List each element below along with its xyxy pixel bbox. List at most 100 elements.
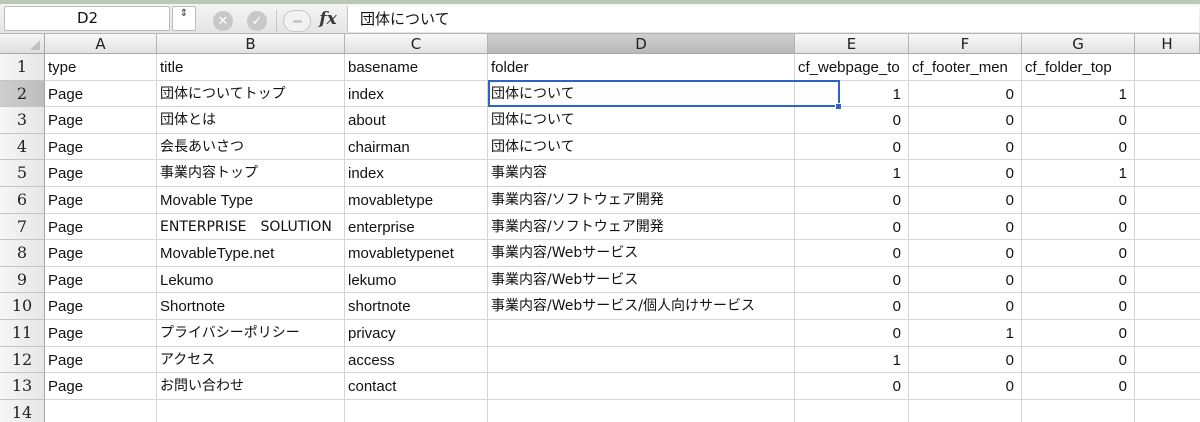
row-header-13[interactable]: 13 (0, 373, 45, 400)
cell-f8[interactable]: 0 (909, 240, 1022, 266)
cell-f13[interactable]: 0 (909, 373, 1022, 399)
formula-builder-toggle[interactable] (283, 10, 311, 32)
cell-c10[interactable]: shortnote (345, 293, 488, 319)
cell-d2[interactable]: 団体について (488, 81, 795, 107)
cell-f9[interactable]: 0 (909, 267, 1022, 293)
cell-d7[interactable]: 事業内容/ソフトウェア開発 (488, 214, 795, 240)
cell-c2[interactable]: index (345, 81, 488, 107)
cell-f5[interactable]: 0 (909, 160, 1022, 186)
row-header-7[interactable]: 7 (0, 213, 45, 241)
cell-b1[interactable]: title (157, 54, 345, 80)
cell-a6[interactable]: Page (45, 187, 157, 213)
row-header-10[interactable]: 10 (0, 293, 45, 320)
cell-grid[interactable]: type title basename folder cf_webpage_to cf_f… (45, 54, 1200, 422)
cancel-icon[interactable]: ✕ (213, 11, 233, 31)
name-box[interactable]: D2 (4, 6, 170, 31)
cell-g9[interactable]: 0 (1022, 267, 1135, 293)
row-header-2[interactable]: 2 (0, 80, 45, 108)
cell-c12[interactable]: access (345, 347, 488, 373)
cell-f1[interactable]: cf_footer_men (909, 54, 1022, 80)
cell-c7[interactable]: enterprise (345, 214, 488, 240)
cell-g14[interactable] (1022, 400, 1135, 422)
cell-e1[interactable]: cf_webpage_to (795, 54, 909, 80)
cell-f14[interactable] (909, 400, 1022, 422)
row-header-9[interactable]: 9 (0, 266, 45, 294)
cell-a1[interactable]: type (45, 54, 157, 80)
row-header-14[interactable]: 14 (0, 399, 45, 422)
cell-e6[interactable]: 0 (795, 187, 909, 213)
column-header-d[interactable]: D (488, 34, 795, 54)
cell-e12[interactable]: 1 (795, 347, 909, 373)
cell-e13[interactable]: 0 (795, 373, 909, 399)
cell-e10[interactable]: 0 (795, 293, 909, 319)
cell-a14[interactable] (45, 400, 157, 422)
cell-f6[interactable]: 0 (909, 187, 1022, 213)
cell-e11[interactable]: 0 (795, 320, 909, 346)
cell-a9[interactable]: Page (45, 267, 157, 293)
row-header-11[interactable]: 11 (0, 320, 45, 347)
row-header-8[interactable]: 8 (0, 240, 45, 267)
cell-e2[interactable]: 1 (795, 81, 909, 107)
column-header-a[interactable]: A (45, 34, 157, 54)
cell-d6[interactable]: 事業内容/ソフトウェア開発 (488, 187, 795, 213)
cell-e5[interactable]: 1 (795, 160, 909, 186)
cell-f3[interactable]: 0 (909, 107, 1022, 133)
cell-g10[interactable]: 0 (1022, 293, 1135, 319)
cell-g2[interactable]: 1 (1022, 81, 1135, 107)
cell-e8[interactable]: 0 (795, 240, 909, 266)
cell-b5[interactable]: 事業内容トップ (157, 160, 345, 186)
cell-d11[interactable] (488, 320, 795, 346)
cell-g11[interactable]: 0 (1022, 320, 1135, 346)
cell-c8[interactable]: movabletypenet (345, 240, 488, 266)
cell-d14[interactable] (488, 400, 795, 422)
cell-g12[interactable]: 0 (1022, 347, 1135, 373)
cell-g7[interactable]: 0 (1022, 214, 1135, 240)
cell-e14[interactable] (795, 400, 909, 422)
cell-a2[interactable]: Page (45, 81, 157, 107)
row-header-6[interactable]: 6 (0, 187, 45, 214)
cell-c5[interactable]: index (345, 160, 488, 186)
formula-input[interactable]: 団体について (347, 6, 1199, 32)
row-header-12[interactable]: 12 (0, 346, 45, 374)
cell-g6[interactable]: 0 (1022, 187, 1135, 213)
column-header-c[interactable]: C (345, 34, 488, 54)
column-header-f[interactable]: F (909, 34, 1022, 54)
cell-e7[interactable]: 0 (795, 214, 909, 240)
cell-a8[interactable]: Page (45, 240, 157, 266)
cell-b7[interactable]: ENTERPRISE SOLUTION (157, 214, 345, 240)
cell-a7[interactable]: Page (45, 214, 157, 240)
cell-b11[interactable]: プライバシーポリシー (157, 320, 345, 346)
cell-c9[interactable]: lekumo (345, 267, 488, 293)
cell-g5[interactable]: 1 (1022, 160, 1135, 186)
cell-d4[interactable]: 団体について (488, 134, 795, 160)
cell-f7[interactable]: 0 (909, 214, 1022, 240)
cell-d3[interactable]: 団体について (488, 107, 795, 133)
cell-d8[interactable]: 事業内容/Webサービス (488, 240, 795, 266)
cell-b3[interactable]: 団体とは (157, 107, 345, 133)
cell-g1[interactable]: cf_folder_top (1022, 54, 1135, 80)
cell-b4[interactable]: 会長あいさつ (157, 134, 345, 160)
column-header-h[interactable]: H (1135, 34, 1200, 54)
cell-c1[interactable]: basename (345, 54, 488, 80)
cell-a13[interactable]: Page (45, 373, 157, 399)
cell-g3[interactable]: 0 (1022, 107, 1135, 133)
cell-b12[interactable]: アクセス (157, 347, 345, 373)
cell-c3[interactable]: about (345, 107, 488, 133)
row-header-1[interactable]: 1 (0, 54, 45, 81)
enter-check-icon[interactable]: ✓ (247, 11, 267, 31)
cell-f11[interactable]: 1 (909, 320, 1022, 346)
row-header-3[interactable]: 3 (0, 107, 45, 134)
column-header-e[interactable]: E (795, 34, 909, 54)
cell-c4[interactable]: chairman (345, 134, 488, 160)
cell-d12[interactable] (488, 347, 795, 373)
cell-b9[interactable]: Lekumo (157, 267, 345, 293)
cell-c6[interactable]: movabletype (345, 187, 488, 213)
row-header-5[interactable]: 5 (0, 160, 45, 187)
cell-b6[interactable]: Movable Type (157, 187, 345, 213)
cell-a4[interactable]: Page (45, 134, 157, 160)
row-header-4[interactable]: 4 (0, 133, 45, 161)
cell-b13[interactable]: お問い合わせ (157, 373, 345, 399)
cell-g4[interactable]: 0 (1022, 134, 1135, 160)
cell-d9[interactable]: 事業内容/Webサービス (488, 267, 795, 293)
cell-d10[interactable]: 事業内容/Webサービス/個人向けサービス (488, 293, 795, 319)
